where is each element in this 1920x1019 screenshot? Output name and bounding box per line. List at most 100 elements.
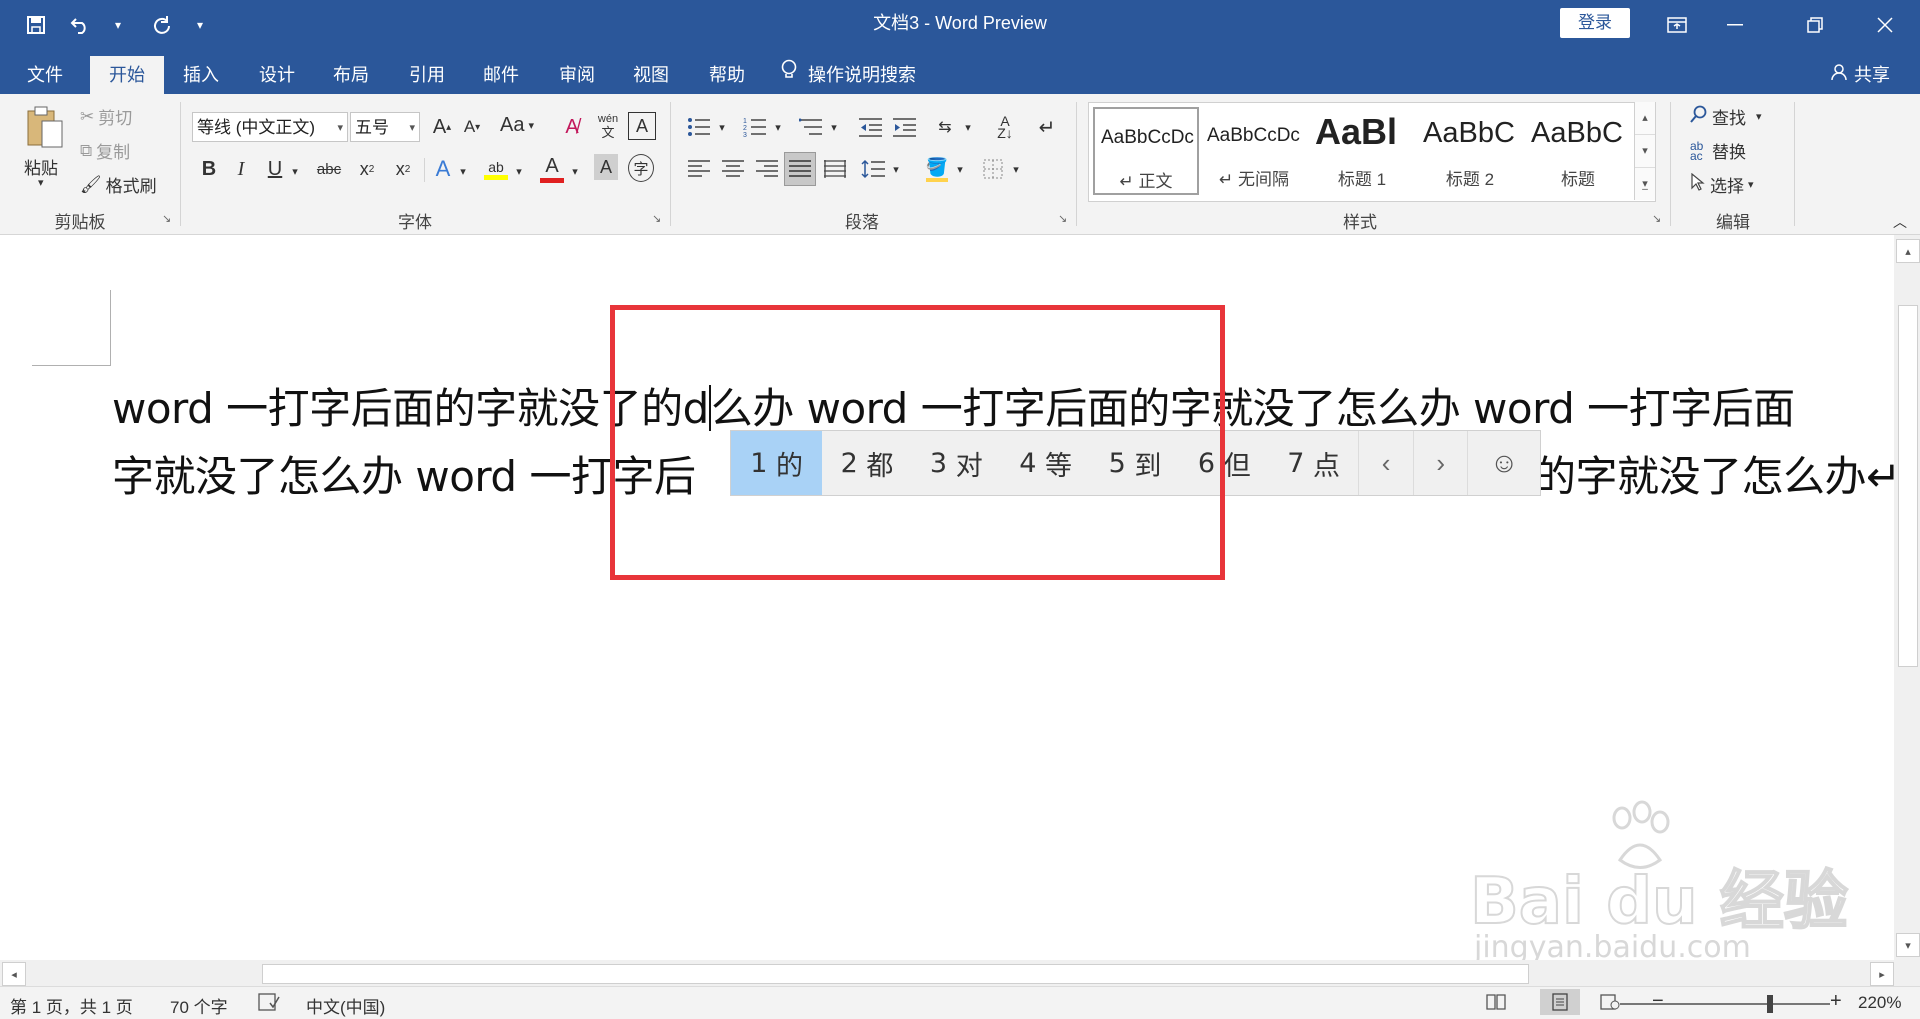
italic-icon[interactable]: I bbox=[228, 154, 254, 184]
tab-file[interactable]: 文件 bbox=[10, 56, 80, 94]
copy-button[interactable]: ⧉ 复制 bbox=[80, 138, 130, 163]
chevron-down-icon[interactable]: ▾ bbox=[828, 112, 840, 142]
find-button[interactable]: 查找 ▾ bbox=[1690, 104, 1762, 129]
style-heading-1[interactable]: AaBl 标题 1 bbox=[1309, 107, 1415, 195]
shading-icon[interactable]: 🪣 bbox=[922, 152, 952, 186]
tab-view[interactable]: 视图 bbox=[618, 56, 684, 94]
chevron-down-icon[interactable]: ▾ bbox=[962, 112, 974, 142]
character-border-icon[interactable]: A bbox=[628, 112, 656, 140]
minimize-icon[interactable] bbox=[1706, 0, 1764, 50]
font-launcher-icon[interactable]: ↘ bbox=[652, 212, 664, 225]
ime-prev-page-icon[interactable]: ‹ bbox=[1358, 431, 1413, 495]
language-indicator[interactable]: 中文(中国) bbox=[306, 993, 385, 1018]
text-effects-icon[interactable]: A bbox=[430, 154, 456, 184]
zoom-slider[interactable] bbox=[1620, 1003, 1830, 1005]
chevron-down-icon[interactable]: ▾ bbox=[1010, 154, 1022, 184]
shrink-font-icon[interactable]: A ▾ bbox=[458, 112, 486, 142]
document-line-2-start[interactable]: 字就没了怎么办 word 一打字后 bbox=[112, 443, 696, 504]
scroll-down-icon[interactable]: ▾ bbox=[1896, 933, 1920, 957]
bullets-icon[interactable] bbox=[684, 112, 714, 142]
chevron-down-icon[interactable]: ▾ bbox=[1635, 134, 1655, 167]
style-title[interactable]: AaBbC 标题 bbox=[1525, 107, 1631, 195]
character-shading-icon[interactable]: A bbox=[594, 154, 618, 180]
page-count[interactable]: 第 1 页，共 1 页 bbox=[10, 993, 133, 1018]
tab-help[interactable]: 帮助 bbox=[694, 56, 760, 94]
align-center-icon[interactable] bbox=[718, 154, 748, 184]
restore-icon[interactable] bbox=[1786, 0, 1844, 50]
scroll-right-icon[interactable]: ▸ bbox=[1870, 962, 1894, 986]
emoji-icon[interactable]: ☺ bbox=[1467, 431, 1539, 495]
decrease-indent-icon[interactable] bbox=[856, 112, 886, 142]
font-color-icon[interactable]: A bbox=[538, 152, 566, 186]
numbering-icon[interactable]: 123 bbox=[740, 112, 770, 142]
horizontal-scrollbar[interactable]: ◂ ▸ bbox=[0, 960, 1920, 986]
chevron-down-icon[interactable]: ▾ bbox=[716, 112, 728, 142]
sort-icon[interactable]: A Z↓ bbox=[990, 112, 1020, 142]
select-button[interactable]: 选择 ▾ bbox=[1690, 172, 1754, 197]
strikethrough-icon[interactable]: abc bbox=[314, 154, 344, 184]
chevron-up-icon[interactable]: ▴ bbox=[1635, 102, 1655, 134]
font-size-combo[interactable]: 五号 ▾ bbox=[350, 112, 420, 142]
paste-icon[interactable] bbox=[22, 104, 66, 150]
tab-references[interactable]: 引用 bbox=[394, 56, 460, 94]
scroll-up-icon[interactable]: ▴ bbox=[1896, 239, 1920, 263]
clear-formatting-icon[interactable]: A̸ bbox=[558, 112, 586, 142]
show-formatting-marks-icon[interactable]: ↵ bbox=[1032, 112, 1062, 142]
print-layout-icon[interactable] bbox=[1540, 989, 1580, 1015]
login-button[interactable]: 登录 bbox=[1560, 8, 1630, 38]
borders-icon[interactable] bbox=[978, 154, 1008, 184]
tab-layout[interactable]: 布局 bbox=[318, 56, 384, 94]
grow-font-icon[interactable]: A ▴ bbox=[428, 112, 456, 142]
enclose-characters-icon[interactable]: 字 bbox=[628, 154, 654, 182]
ime-candidate-7[interactable]: 7 点 bbox=[1269, 431, 1358, 495]
tab-insert[interactable]: 插入 bbox=[168, 56, 234, 94]
style-normal[interactable]: AaBbCcDc ↵ 正文 bbox=[1093, 107, 1199, 195]
format-painter-button[interactable]: 🖌 格式刷 bbox=[80, 172, 157, 197]
subscript-icon[interactable]: x2 bbox=[354, 154, 380, 184]
ribbon-display-options-icon[interactable] bbox=[1648, 0, 1706, 50]
superscript-icon[interactable]: x2 bbox=[390, 154, 416, 184]
vertical-scroll-thumb[interactable] bbox=[1898, 305, 1918, 667]
document-line-2-end[interactable]: 的字就没了怎么办↵ bbox=[1534, 443, 1901, 504]
chevron-down-icon[interactable]: ▾ bbox=[772, 112, 784, 142]
zoom-slider-thumb[interactable] bbox=[1767, 995, 1773, 1013]
paragraph-launcher-icon[interactable]: ↘ bbox=[1058, 212, 1070, 225]
scroll-left-icon[interactable]: ◂ bbox=[2, 962, 26, 986]
close-icon[interactable] bbox=[1856, 0, 1914, 50]
align-left-icon[interactable] bbox=[684, 154, 714, 184]
collapse-ribbon-icon[interactable]: ︿ bbox=[1890, 212, 1910, 232]
cut-button[interactable]: ✂ 剪切 bbox=[80, 104, 132, 129]
tab-review[interactable]: 审阅 bbox=[544, 56, 610, 94]
chinese-layout-icon[interactable]: ⇆ bbox=[930, 112, 960, 142]
phonetic-guide-icon[interactable]: wén 文 bbox=[594, 108, 622, 144]
line-spacing-icon[interactable] bbox=[858, 154, 888, 184]
share-button[interactable]: 共享 bbox=[1830, 56, 1890, 94]
horizontal-scroll-thumb[interactable] bbox=[262, 964, 1529, 984]
vertical-scrollbar[interactable]: ▴ ▾ bbox=[1894, 235, 1920, 960]
zoom-level[interactable]: 220% bbox=[1858, 993, 1901, 1013]
distributed-icon[interactable] bbox=[820, 154, 850, 184]
chevron-down-icon[interactable]: ▾ bbox=[890, 154, 902, 184]
justify-icon[interactable] bbox=[784, 152, 816, 186]
chevron-down-icon[interactable]: ▾ bbox=[288, 156, 302, 186]
increase-indent-icon[interactable] bbox=[890, 112, 920, 142]
change-case-button[interactable]: Aa ▾ bbox=[500, 114, 534, 137]
styles-launcher-icon[interactable]: ↘ bbox=[1652, 212, 1664, 225]
tab-design[interactable]: 设计 bbox=[244, 56, 310, 94]
zoom-out-button[interactable]: − bbox=[1652, 990, 1664, 1013]
style-no-spacing[interactable]: AaBbCcDc ↵ 无间隔 bbox=[1201, 107, 1307, 195]
tell-me-search[interactable]: 操作说明搜索 bbox=[780, 56, 940, 94]
clipboard-launcher-icon[interactable]: ↘ bbox=[162, 212, 174, 225]
font-name-combo[interactable]: 等线 (中文正文) ▾ bbox=[192, 112, 348, 142]
styles-gallery-scroll[interactable]: ▴ ▾ ▾̲ bbox=[1634, 102, 1655, 200]
bold-icon[interactable]: B bbox=[196, 154, 222, 184]
chevron-down-icon[interactable]: ▾ bbox=[568, 156, 582, 186]
tab-mailings[interactable]: 邮件 bbox=[468, 56, 534, 94]
proofing-icon[interactable] bbox=[258, 993, 280, 1016]
multilevel-list-icon[interactable] bbox=[796, 112, 826, 142]
zoom-in-button[interactable]: + bbox=[1830, 990, 1842, 1013]
style-heading-2[interactable]: AaBbC 标题 2 bbox=[1417, 107, 1523, 195]
tab-home[interactable]: 开始 bbox=[90, 56, 164, 94]
paste-dropdown-icon[interactable]: ▾ bbox=[38, 176, 44, 189]
word-count[interactable]: 70 个字 bbox=[170, 993, 228, 1018]
